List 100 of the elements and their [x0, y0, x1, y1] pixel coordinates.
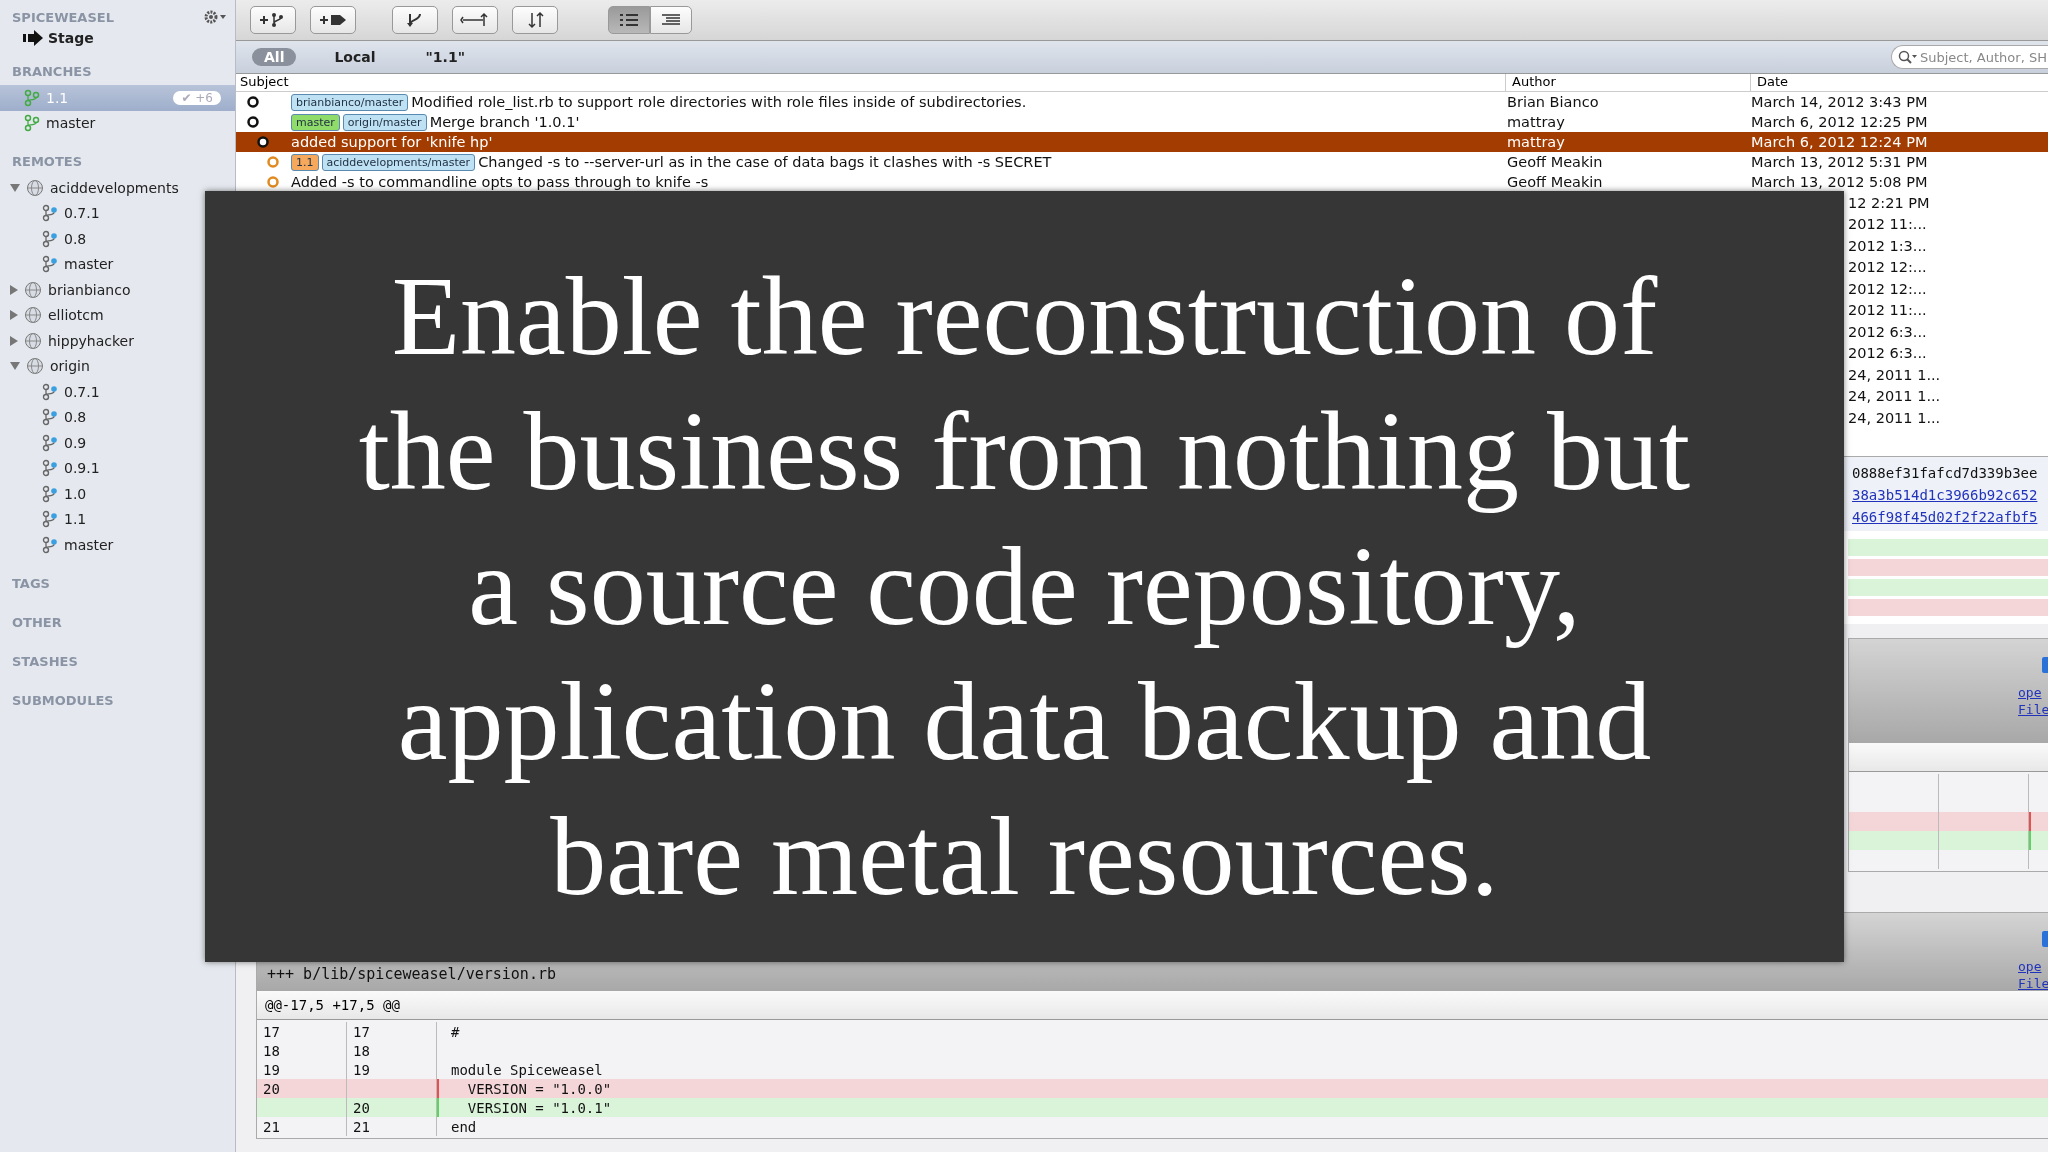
line-number: 21: [257, 1117, 347, 1136]
section-header: SUBMODULES: [11, 691, 115, 710]
remote-branch-item[interactable]: 1.1: [0, 506, 91, 532]
sha-link[interactable]: 466f98f45d02f2f22afbf5: [1852, 509, 2048, 525]
sha-text: 0888ef31fafcd7d339b3ee: [1852, 465, 2039, 481]
author-cell-text: Geoff Meakin: [1506, 174, 1604, 190]
remote-item[interactable]: hippyhacker: [0, 328, 138, 354]
detail-icon: [660, 13, 682, 27]
arrow-icon: [22, 30, 44, 46]
date-cell: 2012 1:3...: [1848, 237, 1927, 254]
ref-tag: 1.1: [291, 153, 319, 171]
section-header: REMOTES: [11, 153, 83, 171]
diff-header-text: +++ b/lib/spiceweasel/version.rb: [267, 965, 556, 983]
date-cell-text: March 6, 2012 12:25 PM: [1750, 114, 1929, 130]
commit-subject: Changed -s to --server-url as in the case of data bags it clashes with -s SECRET: [478, 154, 1052, 170]
date-cell: 2012 12:...: [1848, 280, 1927, 297]
detail-view-button[interactable]: [650, 6, 692, 34]
section-header: BRANCHES: [11, 63, 93, 81]
remote-branch-item[interactable]: 0.7.1: [0, 379, 104, 405]
branch-icon: [42, 408, 58, 427]
column-header[interactable]: Date: [1750, 74, 1987, 91]
cherry-pick-button[interactable]: [452, 6, 498, 34]
code-line: module Spiceweasel: [450, 1060, 604, 1079]
commit-row[interactable]: master origin/master Merge branch '1.0.1' mattray March 6, 2012 12:25 PM: [236, 112, 2048, 132]
list-icon: [618, 13, 640, 27]
date-cell: 2012 11:...: [1848, 302, 1927, 319]
branch-icon: [42, 510, 58, 529]
globe-icon: [26, 178, 44, 197]
ref-tag: brianbianco/master: [291, 93, 409, 111]
commit-row[interactable]: Added -s to commandline opts to pass through to knife -s Geoff Meakin March 13, 2012 5:08 PM: [236, 172, 2048, 192]
date-cell: 2012 6:3...: [1848, 323, 1927, 340]
stage-item[interactable]: Stage: [22, 30, 94, 46]
search-icon: [1898, 50, 1918, 64]
remote-branch-item[interactable]: 0.9.1: [0, 455, 104, 481]
file-link[interactable]: ope: [2018, 685, 2048, 700]
settings-icon[interactable]: [203, 9, 227, 25]
author-cell-text: Geoff Meakin: [1506, 154, 1604, 170]
column-header[interactable]: Subject: [236, 74, 1505, 91]
remote-branch-item[interactable]: 1.0: [0, 481, 91, 507]
file-link[interactable]: File: [2018, 976, 2048, 991]
file-link[interactable]: ope: [2018, 959, 2048, 974]
remote-branch-item[interactable]: 0.8: [0, 404, 91, 430]
sha-link[interactable]: 38a3b514d1c3966b92c652: [1852, 487, 2048, 503]
remote-branch-item[interactable]: master: [0, 532, 118, 558]
branch-icon: [24, 88, 40, 107]
globe-icon: [24, 331, 42, 350]
globe-icon: [26, 357, 44, 376]
list-view-button[interactable]: [608, 6, 650, 34]
file-link[interactable]: File: [2018, 702, 2048, 717]
branch-icon: [42, 204, 58, 223]
branch-item[interactable]: master: [0, 110, 235, 136]
remote-branch-item[interactable]: master: [0, 251, 118, 277]
remote-branch-item[interactable]: 0.9: [0, 430, 91, 456]
remote-item[interactable]: aciddevelopments: [0, 175, 183, 201]
graph-node-icon: [247, 116, 259, 128]
hunk-header: @@-17,5 +17,5 @@: [265, 997, 400, 1013]
date-cell-text: March 6, 2012 12:24 PM: [1750, 134, 1929, 150]
scope-tab[interactable]: "1.1": [413, 48, 477, 66]
globe-icon: [24, 306, 42, 325]
date-cell-text: March 13, 2012 5:31 PM: [1750, 154, 1929, 170]
date-cell: 24, 2011 1...: [1848, 409, 1941, 426]
add-tag-button[interactable]: [310, 6, 356, 34]
graph-node-icon: [247, 96, 259, 108]
caption-text: Enable the reconstruction of the business from nothing but a source code repository, application data backup and bare metal resources.: [357, 253, 1692, 920]
author-cell-text: mattray: [1506, 114, 1566, 130]
commit-subject: added support for 'knife hp': [291, 134, 493, 150]
column-header[interactable]: Author: [1505, 74, 1750, 91]
date-cell: 2012 6:3...: [1848, 345, 1927, 362]
ref-tag: master: [291, 113, 340, 131]
branch-icon: [42, 255, 58, 274]
remote-item[interactable]: origin: [0, 353, 94, 379]
branch-icon: [42, 459, 58, 478]
remote-branch-item[interactable]: 0.8: [0, 226, 91, 252]
commit-row[interactable]: brianbianco/master Modified role_list.rb to support role directories with role files inside of subdirectories. Brian Bianco March 14, 2012 3:43 PM: [236, 92, 2048, 112]
date-cell-text: March 13, 2012 5:08 PM: [1750, 174, 1929, 190]
merge-button[interactable]: [392, 6, 438, 34]
graph-node-icon: [257, 136, 269, 148]
repository-title: SPICEWEASEL: [12, 9, 114, 25]
section-header: STASHES: [11, 652, 79, 671]
remote-item[interactable]: elliotcm: [0, 302, 108, 328]
line-number: 21: [347, 1117, 437, 1136]
rebase-button[interactable]: [512, 6, 558, 34]
date-cell: 24, 2011 1...: [1848, 366, 1941, 383]
ref-tag: origin/master: [342, 113, 427, 131]
commit-row[interactable]: 1.1 aciddevelopments/master Changed -s to --server-url as in the case of data bags it clashes with -s SECRET Geoff Meakin March 13, 2012 5:31 PM: [236, 152, 2048, 172]
section-header: TAGS: [11, 574, 51, 593]
date-cell: 12 2:21 PM: [1848, 194, 1930, 211]
ref-tag: aciddevelopments/master: [321, 153, 476, 171]
date-cell: 2012 12:...: [1848, 259, 1927, 276]
graph-node-icon: [267, 176, 279, 188]
commit-subject: Merge branch '1.0.1': [429, 114, 580, 130]
remote-branch-item[interactable]: 0.7.1: [0, 200, 104, 226]
add-branch-button[interactable]: [250, 6, 296, 34]
section-header: OTHER: [11, 613, 63, 632]
scope-tab[interactable]: Local: [322, 48, 388, 66]
commit-row[interactable]: added support for 'knife hp' mattray March 6, 2012 12:24 PM: [236, 132, 2048, 152]
author-cell-text: Brian Bianco: [1506, 94, 1600, 110]
search-field[interactable]: Subject, Author, SH: [1891, 45, 2048, 69]
remote-item[interactable]: brianbianco: [0, 277, 135, 303]
code-line: #: [450, 1022, 461, 1041]
